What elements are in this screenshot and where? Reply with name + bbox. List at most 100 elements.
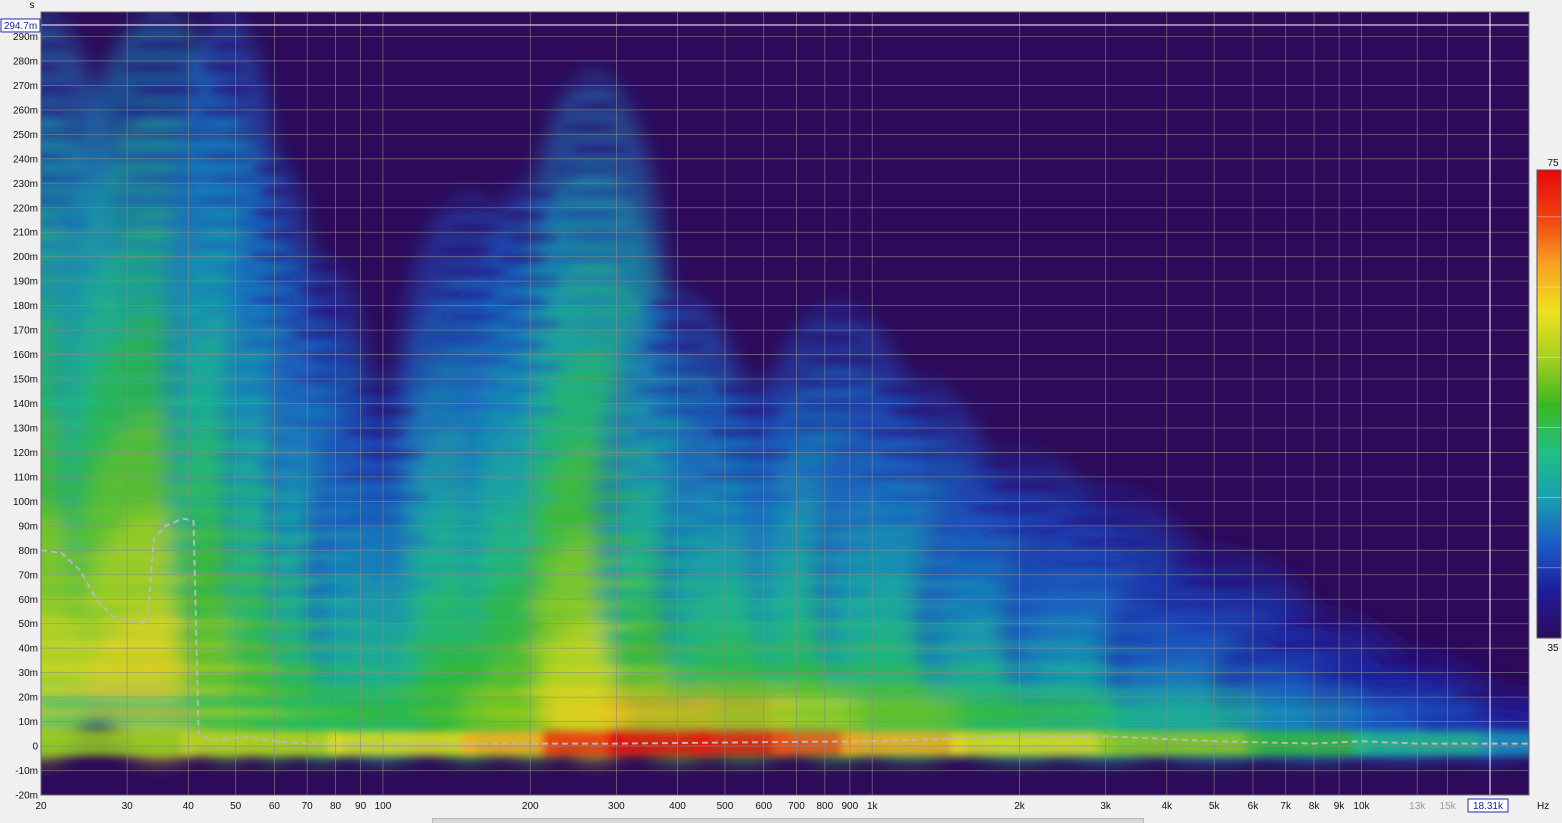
y-tick-label: -20m	[15, 791, 38, 802]
y-tick-label: 160m	[13, 350, 38, 361]
heat-ridge	[507, 278, 563, 284]
heat-ridge	[210, 42, 252, 48]
heat-ridge	[551, 450, 656, 456]
heat-ridge	[641, 344, 703, 350]
heat-ridge	[978, 528, 1078, 535]
heat-ridge	[712, 387, 769, 393]
x-tick-label: 30	[122, 801, 134, 812]
heat-ridge	[510, 234, 560, 240]
x-tick-label: 5k	[1209, 801, 1221, 812]
heat-ridge	[303, 309, 348, 315]
heat-ridge	[1176, 580, 1269, 586]
heat-ridge	[774, 512, 882, 518]
heat-ridge	[195, 398, 273, 404]
y-tick-label: 240m	[13, 154, 38, 165]
heat-ridge	[100, 242, 202, 249]
heat-ridge	[1068, 540, 1160, 546]
horizontal-scrollbar[interactable]	[432, 818, 1144, 823]
heat-ridge	[179, 420, 260, 427]
y-tick-label: 290m	[13, 32, 38, 43]
x-tick-label: 6k	[1248, 801, 1260, 812]
heat-ridge	[650, 366, 717, 372]
heat-ridge	[967, 506, 1056, 512]
heat-ridge	[554, 407, 652, 413]
heat-ridge	[1371, 657, 1443, 664]
heat-ridge	[1032, 604, 1157, 610]
y-tick-label: 110m	[14, 472, 38, 483]
heat-ridge	[831, 603, 966, 609]
x-tick-label: 400	[669, 801, 686, 812]
heat-ridge	[230, 558, 305, 564]
heat-ridge	[796, 490, 898, 496]
y-tick-label: 60m	[19, 595, 38, 606]
y-tick-label: -10m	[15, 766, 38, 777]
x-tick-label: 3k	[1100, 801, 1112, 812]
cursor-freq-readout[interactable]: 18.31k	[1467, 798, 1509, 813]
heat-ridge	[856, 473, 949, 479]
heat-ridge	[244, 536, 317, 543]
heat-ridge	[278, 509, 352, 516]
y-tick-label: 150m	[13, 375, 38, 386]
heat-early	[1478, 692, 1529, 732]
heat-ridge	[196, 354, 271, 360]
heat-ridge	[118, 65, 189, 71]
heat-ridge	[1058, 518, 1139, 524]
heat-ridge	[800, 446, 891, 452]
heat-ridge	[709, 495, 797, 501]
heat-ridge	[697, 473, 779, 479]
heat-ridge	[241, 384, 298, 390]
color-scale: 75 35	[1536, 158, 1562, 654]
x-tick-label: 900	[841, 801, 858, 812]
x-tick-label: 4k	[1161, 801, 1173, 812]
heat-ridge	[238, 428, 300, 434]
y-tick-label: 40m	[19, 644, 38, 655]
y-tick-label: 20m	[19, 693, 38, 704]
heat-ridge	[427, 490, 529, 496]
heat-ridge	[340, 581, 444, 587]
heat-ridge	[882, 408, 953, 415]
heat-ridge	[359, 408, 417, 415]
heat-ridge	[189, 532, 282, 538]
x-tick-label: 700	[788, 801, 805, 812]
x-tick-label: 10k	[1353, 801, 1370, 812]
heat-ridge	[430, 446, 525, 452]
heat-ridge	[190, 242, 253, 249]
heat-ridge	[301, 354, 352, 360]
heat-ridge	[247, 297, 294, 303]
x-tick-label: 90	[355, 801, 367, 812]
x-tick-label: 500	[717, 801, 734, 812]
heat-ridge	[332, 516, 419, 522]
heat-ridge	[840, 559, 961, 566]
heat-ridge	[848, 516, 955, 522]
heat-arrival	[41, 731, 197, 756]
spectrogram-chart[interactable]: -20m -10m 0 10m 20m 30m 40m 50m 60m 70m 80m 90m 100m…	[0, 0, 1562, 823]
y-tick-label: 230m	[13, 179, 38, 190]
x-tick-label: 7k	[1280, 801, 1292, 812]
heat-ridge	[1284, 620, 1357, 626]
heat-ridge	[198, 109, 247, 115]
heat-ridge	[411, 468, 509, 474]
heat-ridge	[503, 213, 550, 219]
y-axis: -20m -10m 0 10m 20m 30m 40m 50m 60m 70m 80m 90m 100m…	[13, 32, 38, 802]
heat-ridge	[553, 211, 623, 217]
heat-ridge	[800, 336, 864, 342]
heat-ridge	[297, 287, 339, 293]
heat-ridge	[41, 42, 75, 48]
heat-ridge	[791, 534, 904, 540]
heat-ridge	[1347, 706, 1476, 712]
cursor-time-readout[interactable]: 294.7m	[0, 18, 41, 33]
heat-ridge	[171, 554, 266, 560]
heat-ridge	[1235, 687, 1369, 693]
heat-ridge	[446, 225, 502, 232]
heat-ridge	[814, 314, 872, 320]
y-tick-label: 90m	[19, 521, 38, 532]
heat-arrival	[1097, 731, 1261, 756]
heat-ridge	[642, 452, 728, 458]
cursor-time-readout-text: 294.7m	[4, 21, 37, 32]
heat-ridge	[425, 336, 500, 342]
y-tick-label: 270m	[13, 81, 38, 92]
heat-ridge	[244, 341, 296, 347]
heat-ridge	[858, 581, 986, 587]
x-tick-label: 2k	[1014, 801, 1026, 812]
heat-ridge	[853, 624, 995, 630]
